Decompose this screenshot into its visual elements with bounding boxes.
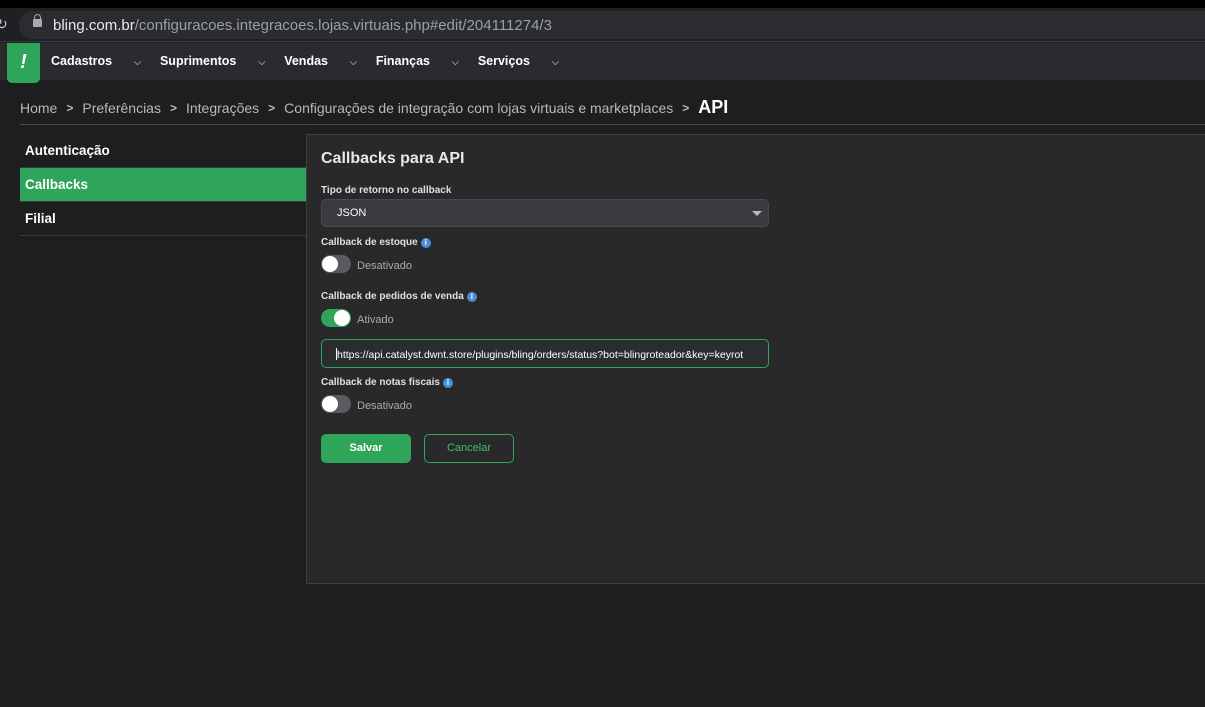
chevron-down-icon: ⌵	[452, 57, 459, 67]
cancel-button[interactable]: Cancelar	[424, 434, 514, 463]
menu-cadastros[interactable]: Cadastros ⌵	[51, 54, 141, 68]
url-value: https://api.catalyst.dwnt.store/plugins/…	[337, 349, 744, 361]
orders-callback-toggle[interactable]	[321, 309, 351, 327]
chevron-right-icon: >	[682, 100, 690, 115]
lock-icon	[33, 14, 42, 27]
breadcrumb-preferencias[interactable]: Preferências	[82, 100, 161, 116]
menu-financas[interactable]: Finanças ⌵	[376, 54, 459, 68]
window-top	[0, 0, 1205, 8]
chevron-right-icon: >	[169, 100, 177, 115]
menu-label: Suprimentos	[159, 54, 237, 68]
sidebar-item-autenticacao[interactable]: Autenticação	[20, 134, 306, 168]
save-button[interactable]: Salvar	[321, 434, 411, 463]
breadcrumb-current: API	[698, 97, 729, 117]
orders-callback-label: Callback de pedidos de venda i	[321, 291, 477, 302]
chevron-down-icon: ⌵	[551, 57, 559, 67]
info-icon[interactable]: i	[420, 238, 431, 248]
menu-label: Serviços	[477, 54, 530, 68]
menu-vendas[interactable]: Vendas ⌵	[284, 54, 357, 68]
breadcrumb: Home > Preferências > Integrações > Configu…	[20, 97, 728, 118]
divider	[20, 124, 1205, 125]
sidebar-item-callbacks[interactable]: Callbacks	[20, 168, 306, 202]
browser-toolbar: ↻ bling.com.br/configuracoes.integracoes…	[0, 8, 1205, 42]
breadcrumb-configuracoes[interactable]: Configurações de integração com lojas vi…	[284, 100, 673, 116]
menu-label: Vendas	[284, 54, 328, 68]
label-text: Callback de estoque	[321, 237, 418, 248]
sidebar-item-filial[interactable]: Filial	[20, 202, 306, 236]
return-type-select[interactable]: JSON	[321, 199, 769, 227]
menu-servicos[interactable]: Serviços ⌵	[478, 54, 559, 68]
chevron-right-icon: >	[66, 100, 74, 115]
stock-callback-toggle[interactable]	[321, 255, 351, 273]
chevron-down-icon: ⌵	[349, 57, 357, 67]
url-path: /configuracoes.integracoes.lojas.virtuai…	[134, 17, 552, 34]
select-value: JSON	[337, 207, 367, 219]
menu-label: Cadastros	[51, 54, 113, 68]
orders-callback-state: Ativado	[357, 314, 394, 326]
top-nav: ! Cadastros ⌵ Suprimentos ⌵ Vendas ⌵ Finanç…	[0, 43, 1205, 83]
info-icon[interactable]: i	[466, 292, 477, 302]
chevron-down-icon: ⌵	[134, 57, 141, 67]
stock-callback-state: Desativado	[357, 260, 413, 272]
address-bar[interactable]: bling.com.br/configuracoes.integracoes.l…	[19, 11, 1205, 39]
chevron-down-icon: ⌵	[258, 57, 266, 67]
info-icon[interactable]: i	[442, 378, 453, 388]
label-text: Callback de pedidos de venda	[321, 291, 464, 302]
chevron-right-icon: >	[268, 100, 276, 115]
menu-suprimentos[interactable]: Suprimentos ⌵	[160, 54, 265, 68]
reload-icon[interactable]: ↻	[0, 16, 8, 33]
label-text: Callback de notas fiscais	[321, 377, 440, 388]
bling-logo[interactable]: !	[7, 43, 40, 83]
return-type-label: Tipo de retorno no callback	[321, 185, 452, 196]
callbacks-panel: Callbacks para API Tipo de retorno no ca…	[306, 134, 1205, 584]
url-host: bling.com.br	[53, 17, 135, 34]
menu-label: Finanças	[375, 54, 430, 68]
caret-down-icon	[752, 211, 762, 216]
invoices-callback-state: Desativado	[357, 400, 413, 412]
url-text[interactable]: bling.com.br/configuracoes.integracoes.l…	[53, 17, 552, 34]
orders-callback-url-input[interactable]: https://api.catalyst.dwnt.store/plugins/…	[321, 339, 769, 368]
stock-callback-label: Callback de estoque i	[321, 237, 431, 248]
invoices-callback-label: Callback de notas fiscais i	[321, 377, 453, 388]
page-title: Callbacks para API	[321, 150, 465, 167]
invoices-callback-toggle[interactable]	[321, 395, 351, 413]
sidebar: Autenticação Callbacks Filial	[20, 134, 306, 236]
breadcrumb-integracoes[interactable]: Integrações	[186, 100, 259, 116]
breadcrumb-home[interactable]: Home	[20, 100, 57, 116]
